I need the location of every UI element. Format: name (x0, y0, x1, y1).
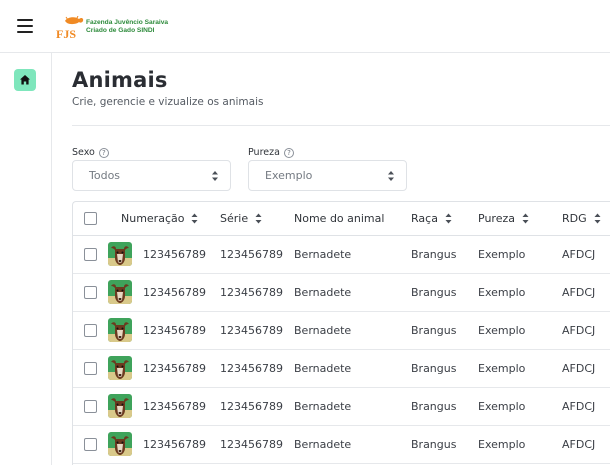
cow-avatar (108, 318, 132, 342)
cell-nome: Bernadete (294, 286, 352, 299)
cell-pureza: Exemplo (478, 286, 526, 299)
cell-rdg: AFDCJ (562, 248, 596, 261)
cell-raca: Brangus (411, 286, 457, 299)
column-header-nome[interactable]: Nome do animal (294, 212, 384, 225)
column-header-numeracao[interactable]: Numeração (121, 212, 198, 225)
animals-table: Numeração Série Nome do animal Raça Pure… (72, 201, 610, 465)
cell-pureza: Exemplo (478, 438, 526, 451)
logo-line-2: Criado de Gado SINDI (86, 27, 155, 34)
cell-serie: 123456789 (220, 438, 283, 451)
cow-avatar (108, 280, 132, 304)
cell-rdg: AFDCJ (562, 362, 596, 375)
cell-numeracao: 123456789 (143, 400, 206, 413)
column-header-rdg[interactable]: RDG (562, 212, 601, 225)
cell-serie: 123456789 (220, 248, 283, 261)
cell-rdg: AFDCJ (562, 286, 596, 299)
table-row[interactable]: 123456789 123456789 Bernadete Brangus Ex… (73, 274, 610, 312)
cell-nome: Bernadete (294, 362, 352, 375)
filter-pureza-label: Pureza ? (248, 147, 294, 158)
row-checkbox[interactable] (84, 248, 97, 261)
sort-icon (445, 213, 452, 224)
row-checkbox[interactable] (84, 286, 97, 299)
pureza-select[interactable]: Exemplo (248, 160, 407, 191)
page-title: Animais (72, 68, 168, 92)
select-arrows-icon (388, 171, 394, 181)
cell-pureza: Exemplo (478, 362, 526, 375)
pureza-select-value: Exemplo (265, 169, 313, 182)
cell-nome: Bernadete (294, 438, 352, 451)
cell-raca: Brangus (411, 438, 457, 451)
logo-line-1: Fazenda Juvêncio Saraiva (86, 19, 169, 26)
cow-avatar (108, 432, 132, 456)
cell-numeracao: 123456789 (143, 438, 206, 451)
main-content: Animais Crie, gerencie e vizualize os an… (72, 53, 610, 465)
cell-raca: Brangus (411, 324, 457, 337)
row-checkbox[interactable] (84, 362, 97, 375)
table-row[interactable]: 123456789 123456789 Bernadete Brangus Ex… (73, 236, 610, 274)
cell-nome: Bernadete (294, 400, 352, 413)
svg-text:FJS: FJS (56, 27, 76, 40)
column-header-serie[interactable]: Série (220, 212, 262, 225)
cell-serie: 123456789 (220, 400, 283, 413)
cell-rdg: AFDCJ (562, 400, 596, 413)
hamburger-menu-icon[interactable] (17, 19, 33, 33)
fjs-logo-icon: FJS (56, 16, 84, 40)
sexo-select[interactable]: Todos (72, 160, 231, 191)
sidebar-item-home[interactable] (14, 69, 36, 91)
cell-numeracao: 123456789 (143, 324, 206, 337)
cell-nome: Bernadete (294, 248, 352, 261)
help-icon[interactable]: ? (283, 147, 294, 158)
table-row[interactable]: 123456789 123456789 Bernadete Brangus Ex… (73, 426, 610, 464)
help-icon[interactable]: ? (98, 147, 109, 158)
sidebar (0, 53, 52, 465)
cow-avatar (108, 356, 132, 380)
sort-icon (522, 213, 529, 224)
row-checkbox[interactable] (84, 324, 97, 337)
cell-numeracao: 123456789 (143, 248, 206, 261)
cell-serie: 123456789 (220, 286, 283, 299)
divider (72, 125, 610, 126)
sort-icon (191, 213, 198, 224)
cell-raca: Brangus (411, 248, 457, 261)
cell-numeracao: 123456789 (143, 286, 206, 299)
cell-numeracao: 123456789 (143, 362, 206, 375)
table-row[interactable]: 123456789 123456789 Bernadete Brangus Ex… (73, 388, 610, 426)
table-header: Numeração Série Nome do animal Raça Pure… (73, 202, 610, 236)
table-row[interactable]: 123456789 123456789 Bernadete Brangus Ex… (73, 312, 610, 350)
home-icon (20, 75, 30, 85)
table-row[interactable]: 123456789 123456789 Bernadete Brangus Ex… (73, 350, 610, 388)
cell-pureza: Exemplo (478, 324, 526, 337)
sort-icon (594, 213, 601, 224)
cell-pureza: Exemplo (478, 400, 526, 413)
row-checkbox[interactable] (84, 438, 97, 451)
sort-icon (255, 213, 262, 224)
cell-rdg: AFDCJ (562, 438, 596, 451)
cell-rdg: AFDCJ (562, 324, 596, 337)
select-all-checkbox[interactable] (84, 212, 97, 225)
filter-sexo-label: Sexo ? (72, 147, 109, 158)
cell-serie: 123456789 (220, 324, 283, 337)
row-checkbox[interactable] (84, 400, 97, 413)
cell-raca: Brangus (411, 400, 457, 413)
column-header-pureza[interactable]: Pureza (478, 212, 529, 225)
cell-pureza: Exemplo (478, 248, 526, 261)
top-bar: FJS Fazenda Juvêncio Saraiva Criado de G… (0, 0, 610, 53)
cell-raca: Brangus (411, 362, 457, 375)
cell-nome: Bernadete (294, 324, 352, 337)
cow-avatar (108, 242, 132, 266)
column-header-raca[interactable]: Raça (411, 212, 452, 225)
cell-serie: 123456789 (220, 362, 283, 375)
sexo-select-value: Todos (89, 169, 121, 182)
page-subtitle: Crie, gerencie e vizualize os animais (72, 96, 264, 108)
cow-avatar (108, 394, 132, 418)
select-arrows-icon (212, 171, 218, 181)
